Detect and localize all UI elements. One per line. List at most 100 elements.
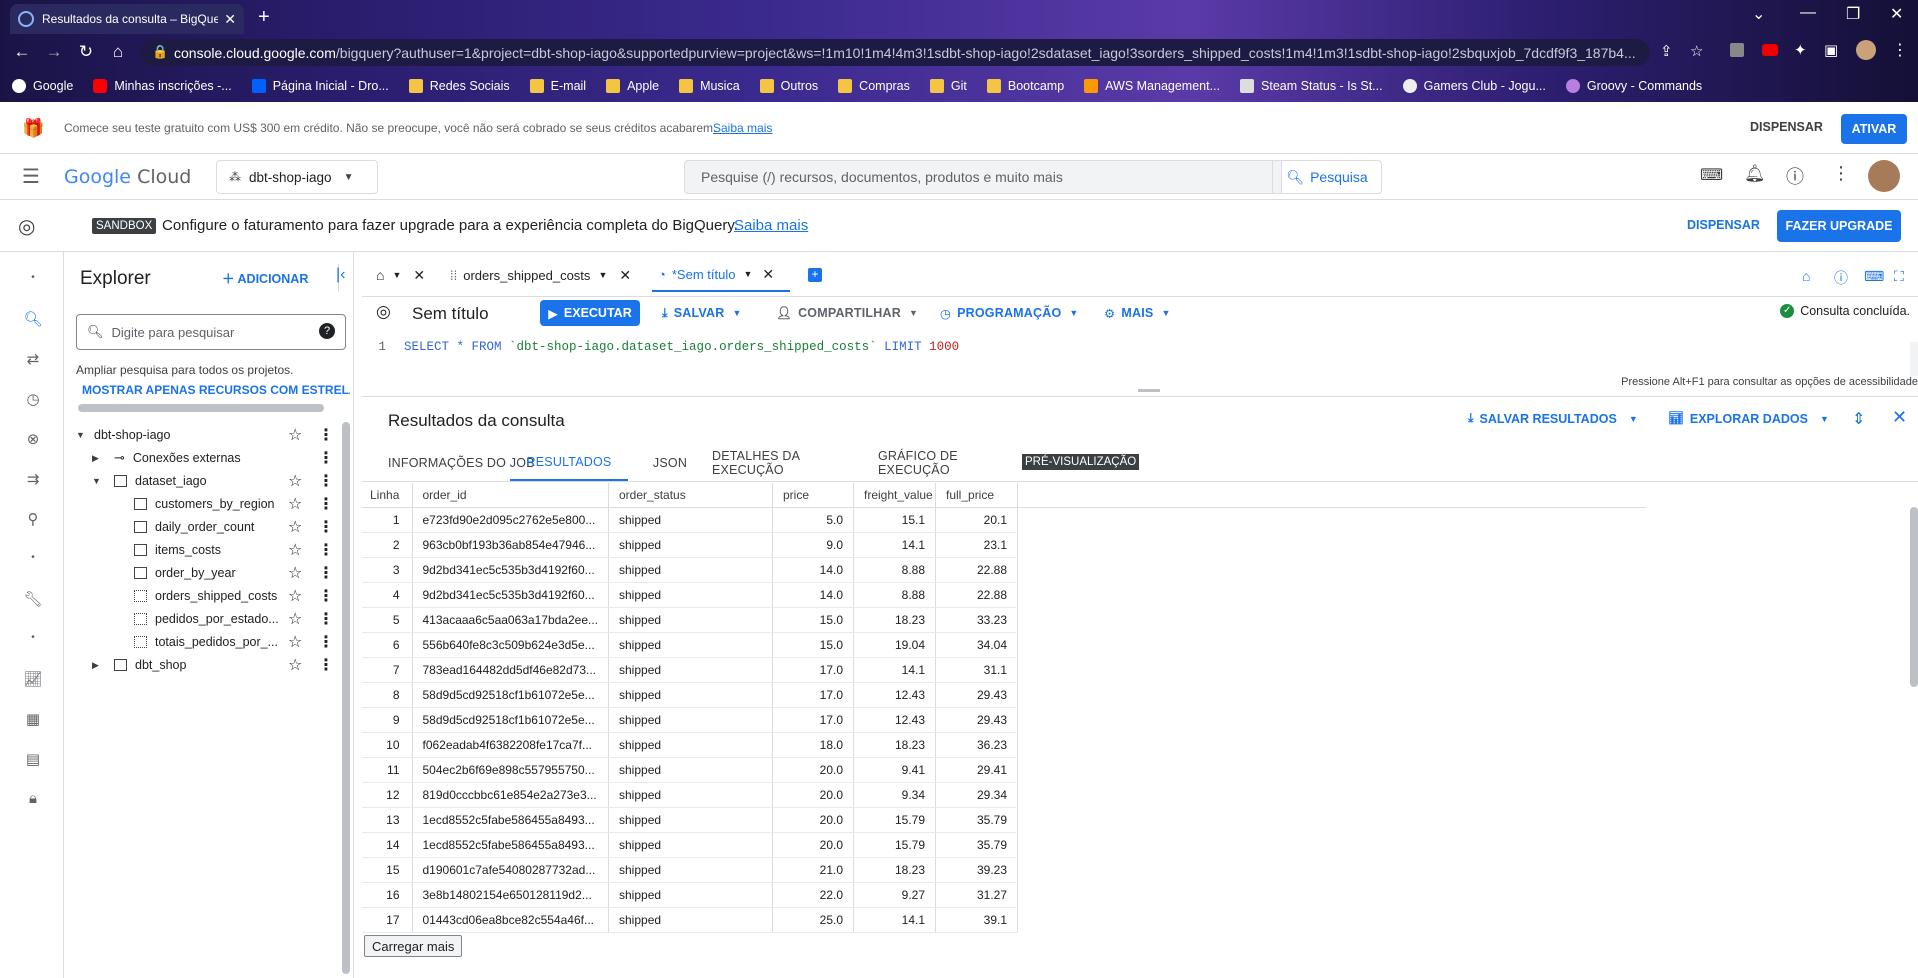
table-cell[interactable]: shipped — [608, 632, 773, 658]
column-header[interactable]: order_id — [412, 483, 609, 508]
back-icon[interactable]: ← — [6, 42, 38, 62]
lock-icon[interactable]: 🔒︎ — [22, 790, 44, 807]
new-query-tab-icon[interactable]: + — [808, 268, 822, 282]
bookmark-item[interactable]: Musica — [679, 79, 740, 93]
table-cell[interactable]: 12 — [362, 782, 413, 808]
table-cell[interactable]: 1ecd8552c5fabe586455a8493... — [412, 832, 609, 858]
table-cell[interactable]: 58d9d5cd92518cf1b61072e5e... — [412, 682, 609, 708]
table-cell[interactable]: 20.0 — [772, 832, 854, 858]
table-cell[interactable]: 29.41 — [935, 757, 1018, 783]
expand-more-icon[interactable]: ▶ — [92, 453, 99, 464]
table-cell[interactable]: shipped — [608, 832, 773, 858]
bookmark-item[interactable]: Apple — [606, 79, 659, 93]
search-icon[interactable]: 🔍︎ — [22, 310, 44, 328]
more-vert-icon[interactable]: ⋮ — [318, 448, 334, 468]
table-cell[interactable]: 15.1 — [853, 507, 936, 533]
close-icon[interactable]: ✕ — [413, 267, 425, 284]
table-cell[interactable]: 39.23 — [935, 857, 1018, 883]
column-header[interactable]: price — [772, 483, 854, 508]
close-icon[interactable]: ✕ — [619, 267, 631, 284]
close-icon[interactable]: ✕ — [762, 266, 774, 283]
bookmark-item[interactable]: Minhas inscrições -... — [93, 79, 232, 93]
help-icon[interactable]: ? — [319, 323, 335, 339]
more-menu-button[interactable]: ⚙ MAIS ▼ — [1104, 300, 1171, 326]
bookmark-item[interactable]: Steam Status - Is St... — [1240, 79, 1383, 93]
table-cell[interactable]: 556b640fe8c3c509b624e3d5e... — [412, 632, 609, 658]
table-cell[interactable]: shipped — [608, 757, 773, 783]
new-tab-icon[interactable]: + — [258, 6, 270, 29]
table-cell[interactable]: 58d9d5cd92518cf1b61072e5e... — [412, 707, 609, 733]
table-cell[interactable]: 3 — [362, 557, 413, 583]
table-cell[interactable]: 20.1 — [935, 507, 1018, 533]
table-cell[interactable]: 14.1 — [853, 657, 936, 683]
expand-collapse-icon[interactable]: ⇕ — [1852, 409, 1865, 429]
extension-icon[interactable] — [1730, 43, 1744, 57]
table-cell[interactable]: shipped — [608, 657, 773, 683]
table-cell[interactable]: shipped — [608, 907, 773, 933]
more-vert-icon[interactable]: ⋮ — [318, 494, 334, 514]
google-cloud-logo[interactable]: Google Cloud — [64, 166, 191, 188]
tab-execution-details[interactable]: DETALHES DA EXECUÇÃO — [712, 445, 872, 481]
table-cell[interactable]: shipped — [608, 882, 773, 908]
load-more-button[interactable]: Carregar mais — [364, 935, 463, 957]
table-cell[interactable]: 17 — [362, 907, 413, 933]
transfer-icon[interactable]: ⇄ — [22, 350, 44, 368]
show-starred-link[interactable]: MOSTRAR APENAS RECURSOS COM ESTRELA — [82, 383, 350, 397]
star-icon[interactable]: ☆ — [288, 609, 302, 629]
expand-more-icon[interactable]: ▶ — [92, 660, 99, 671]
table-cell[interactable]: 12.43 — [853, 682, 936, 708]
table-cell[interactable]: f062eadab4f6382208fe17ca7f... — [412, 732, 609, 758]
table-cell[interactable]: 8.88 — [853, 557, 936, 583]
more-vert-icon[interactable]: ⋮ — [318, 425, 334, 445]
table-cell[interactable]: 35.79 — [935, 832, 1018, 858]
more-vert-icon[interactable]: ⋮ — [318, 609, 334, 629]
fullscreen-icon[interactable]: ⛶ — [1894, 268, 1904, 285]
table-cell[interactable]: 11 — [362, 757, 413, 783]
monitoring-chart-icon[interactable]: 📈︎ — [22, 670, 44, 688]
reload-icon[interactable]: ↻ — [70, 42, 102, 62]
table-cell[interactable]: 35.79 — [935, 807, 1018, 833]
more-vert-icon[interactable]: ⋮ — [318, 540, 334, 560]
table-cell[interactable]: 01443cd06ea8bce82c554a46f... — [412, 907, 609, 933]
table-cell[interactable]: 22.0 — [772, 882, 854, 908]
bookmark-item[interactable]: Redes Sociais — [408, 79, 510, 93]
more-vert-icon[interactable]: ⋮ — [318, 471, 334, 491]
table-cell[interactable]: 7 — [362, 657, 413, 683]
table-cell[interactable]: 14.0 — [772, 557, 854, 583]
table-cell[interactable]: 22.88 — [935, 582, 1018, 608]
star-icon[interactable]: ☆ — [288, 563, 302, 583]
table-cell[interactable]: 15.79 — [853, 832, 936, 858]
table-cell[interactable]: 5 — [362, 607, 413, 633]
table-cell[interactable]: 29.43 — [935, 682, 1018, 708]
table-cell[interactable]: 963cb0bf193b36ab854e47946... — [412, 532, 609, 558]
star-icon[interactable]: ☆ — [288, 540, 302, 560]
table-cell[interactable]: 14 — [362, 832, 413, 858]
table-cell[interactable]: 5.0 — [772, 507, 854, 533]
table-cell[interactable]: 20.0 — [772, 782, 854, 808]
table-cell[interactable]: 4 — [362, 582, 413, 608]
expand-less-icon[interactable]: ▼ — [92, 476, 101, 486]
side-panel-icon[interactable]: ▣ — [1824, 41, 1838, 59]
expand-less-icon[interactable]: ▼ — [76, 430, 85, 440]
table-cell[interactable]: shipped — [608, 532, 773, 558]
extensions-puzzle-icon[interactable]: ✦ — [1794, 41, 1807, 59]
share-menu-button[interactable]: 👤︎ COMPARTILHAR ▼ — [776, 300, 918, 326]
bookmark-item[interactable]: Outros — [759, 79, 818, 93]
table-cell[interactable]: 31.1 — [935, 657, 1018, 683]
table-cell[interactable]: shipped — [608, 857, 773, 883]
table-cell[interactable]: 15.0 — [772, 632, 854, 658]
info-icon[interactable]: ⓘ — [1834, 268, 1848, 288]
table-cell[interactable]: 18.23 — [853, 732, 936, 758]
cloud-shell-icon[interactable]: ⌨ — [1700, 165, 1723, 185]
more-vert-icon[interactable]: ⋮ — [318, 563, 334, 583]
table-cell[interactable]: 12.43 — [853, 707, 936, 733]
analytics-hub-icon[interactable]: ⊗ — [22, 430, 44, 448]
star-icon[interactable]: ☆ — [288, 586, 302, 606]
table-cell[interactable]: shipped — [608, 807, 773, 833]
more-vert-icon[interactable]: ⋮ — [318, 586, 334, 606]
table-cell[interactable]: 2 — [362, 532, 413, 558]
star-icon[interactable]: ☆ — [288, 494, 302, 514]
column-header[interactable]: full_price — [935, 483, 1018, 508]
run-query-button[interactable]: ▶ EXECUTAR — [540, 300, 640, 326]
table-cell[interactable]: 31.27 — [935, 882, 1018, 908]
